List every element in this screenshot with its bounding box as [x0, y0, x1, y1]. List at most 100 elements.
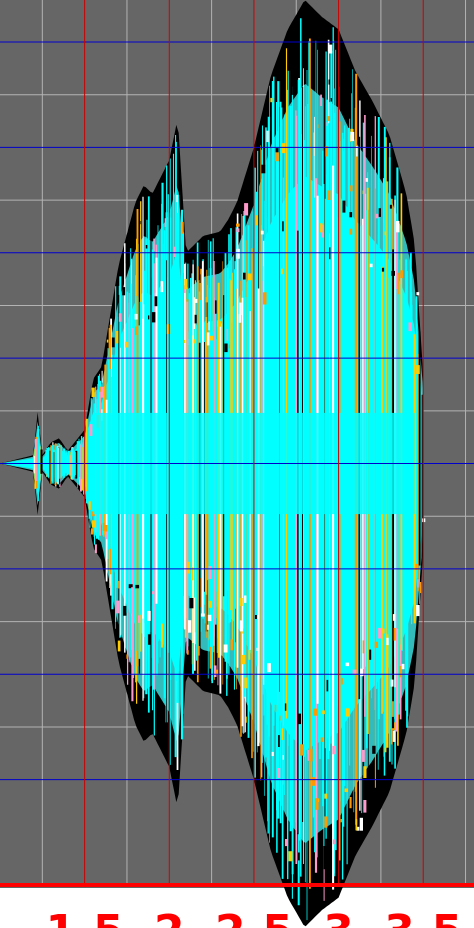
waveform-speckle — [189, 598, 194, 609]
waveform-speckle — [381, 267, 385, 272]
waveform-speckle — [126, 654, 128, 659]
waveform-speckle — [345, 662, 350, 667]
waveform-speckle — [148, 634, 151, 645]
waveform-speckle — [208, 566, 212, 579]
x-tick-label: 3.5 — [384, 906, 462, 928]
waveform-speckle — [199, 274, 201, 283]
waveform-speckle — [236, 228, 240, 233]
waveform-speckle — [138, 615, 141, 623]
waveform-speckle — [310, 749, 313, 762]
waveform-speckle — [100, 386, 104, 398]
waveform-speckle — [317, 124, 319, 129]
waveform-speckle — [322, 710, 325, 715]
waveform-speckle — [256, 647, 259, 651]
waveform-speckle — [243, 272, 246, 280]
x-axis-baseline — [0, 883, 474, 887]
waveform-speckle — [230, 639, 233, 651]
waveform-speckle — [181, 221, 184, 234]
waveform-speckle — [277, 768, 281, 778]
waveform-speckle — [91, 387, 95, 397]
waveform-speckle — [255, 615, 257, 619]
waveform-speckle — [279, 715, 281, 721]
waveform-speckle — [194, 314, 197, 324]
waveform-speckle — [416, 605, 420, 617]
waveform-speckle — [290, 82, 293, 95]
waveform-speckle — [275, 152, 279, 162]
waveform-speckle — [261, 164, 266, 174]
waveform-speckle — [372, 745, 376, 754]
waveform-speckle — [123, 605, 127, 616]
waveform-speckle — [320, 737, 323, 742]
waveform-speckle — [208, 321, 210, 331]
waveform-speckle — [340, 819, 342, 823]
waveform-speckle — [326, 116, 330, 121]
waveform-speckle — [228, 344, 230, 349]
waveform-speckle — [239, 302, 242, 316]
waveform-speckle — [390, 679, 394, 687]
waveform-speckle — [154, 296, 158, 307]
waveform-speckle — [90, 528, 94, 535]
waveform-speckle — [244, 677, 248, 689]
waveform-speckle — [282, 755, 284, 760]
waveform-speckle — [271, 751, 274, 757]
waveform-speckle — [362, 640, 365, 654]
waveform-speckle — [359, 817, 363, 831]
waveform-speckle — [320, 223, 323, 233]
waveform-speckle — [153, 238, 155, 252]
waveform-speckle — [239, 620, 244, 632]
waveform-speckle — [386, 637, 389, 646]
waveform-speckle — [134, 313, 138, 320]
waveform-speckle — [236, 223, 240, 227]
waveform-speckle — [131, 587, 134, 591]
waveform-speckle — [262, 292, 267, 305]
waveform-speckle — [349, 212, 353, 218]
waveform-speckle — [164, 218, 167, 227]
waveform-speckle — [332, 745, 336, 755]
waveform-speckle — [184, 278, 188, 290]
waveform-speckle — [111, 337, 115, 348]
waveform-speckle — [267, 663, 271, 673]
waveform-speckle — [378, 627, 382, 639]
waveform-speckle — [392, 614, 396, 621]
waveform-speckle — [417, 579, 419, 588]
waveform-speckle — [392, 730, 396, 742]
waveform-speckle — [236, 248, 240, 259]
waveform-speckle — [88, 501, 91, 510]
waveform-speckle — [139, 221, 141, 225]
waveform-speckle — [255, 215, 258, 226]
x-tick-label: 3 — [323, 906, 354, 928]
waveform-speckle — [374, 641, 378, 648]
waveform-speckle — [300, 744, 304, 756]
waveform-speckle — [365, 178, 368, 182]
waveform-speckle — [223, 644, 228, 653]
waveform-speckle — [135, 326, 138, 336]
waveform-speckle — [135, 584, 140, 589]
x-tick-label: 2.5 — [215, 906, 293, 928]
waveform-speckle — [145, 245, 148, 249]
waveform-speckle — [106, 339, 109, 343]
waveform-speckle — [328, 44, 333, 54]
waveform-speckle — [208, 600, 212, 608]
waveform-speckle — [241, 654, 246, 665]
waveform-speckle — [116, 600, 120, 614]
waveform-speckle — [186, 338, 189, 345]
waveform-speckle — [183, 339, 185, 343]
waveform-speckle — [369, 649, 372, 660]
waveform-speckle — [207, 614, 212, 622]
waveform-plot: 1.5 2 2.5 3 3.5 — [0, 0, 474, 928]
waveform-speckle — [330, 98, 333, 102]
waveform-speckle — [198, 646, 200, 656]
waveform-speckle — [361, 749, 365, 762]
waveform-speckle — [285, 839, 289, 847]
waveform-speckle — [173, 246, 176, 257]
waveform-speckle — [326, 679, 329, 692]
waveform-speckle — [389, 204, 392, 209]
waveform-speckle — [298, 713, 301, 725]
waveform-speckle — [307, 750, 309, 761]
waveform-speckle — [391, 716, 394, 729]
waveform-speckle — [349, 228, 353, 235]
waveform-speckle — [281, 268, 283, 275]
waveform-speckle — [363, 800, 367, 813]
waveform-speckle — [147, 610, 151, 621]
waveform-speckle — [188, 620, 192, 633]
